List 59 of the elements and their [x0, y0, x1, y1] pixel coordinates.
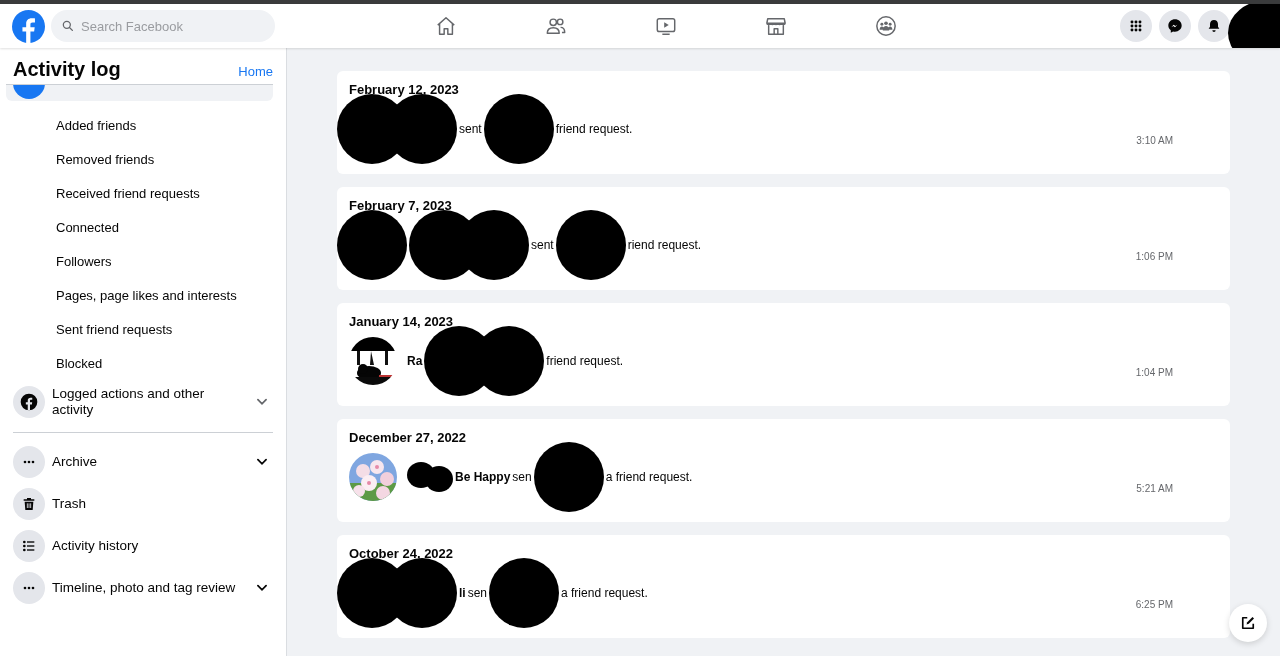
entry-text: a friend request.: [605, 470, 693, 484]
entry-text: sen: [467, 586, 488, 600]
entry-time: 3:10 AM: [1136, 135, 1173, 146]
entry-text: Be Happy: [455, 470, 511, 484]
bell-icon: [1206, 18, 1222, 34]
selected-item[interactable]: [6, 84, 273, 101]
groups-icon[interactable]: [875, 15, 897, 37]
entry-text: sent: [459, 122, 482, 136]
entry-text: sen: [512, 470, 532, 484]
people-icon[interactable]: [545, 15, 567, 37]
entry-text: friend request.: [555, 122, 633, 136]
sidebar-item[interactable]: Blocked: [6, 347, 246, 381]
sidebar-item[interactable]: Logged actions and other activity: [6, 381, 280, 423]
facebook-icon: [13, 386, 45, 418]
apps-button[interactable]: [1120, 10, 1152, 42]
sidebar-item[interactable]: Activity history: [6, 525, 280, 567]
grid-icon: [1128, 18, 1144, 34]
page-title: Activity log: [13, 58, 121, 81]
sidebar-item[interactable]: Added friends: [6, 109, 246, 143]
entry-text: friend request.: [546, 354, 624, 368]
sidebar-item[interactable]: Archive: [6, 441, 280, 483]
sidebar-item[interactable]: Pages, page likes and interests: [6, 279, 246, 313]
home-icon[interactable]: [435, 15, 457, 37]
video-icon[interactable]: [655, 15, 677, 37]
facebook-logo[interactable]: [12, 9, 45, 43]
notifications-button[interactable]: [1198, 10, 1230, 42]
entry-date: February 12, 2023: [349, 82, 460, 97]
redaction-mark: [407, 462, 453, 492]
sidebar-item[interactable]: Connected: [6, 211, 246, 245]
sidebar-item[interactable]: Removed friends: [6, 143, 246, 177]
entry-time: 1:06 PM: [1135, 251, 1173, 262]
messenger-button[interactable]: [1159, 10, 1191, 42]
list-icon: [13, 530, 45, 562]
entry-text: riend request.: [627, 238, 702, 252]
entry-time: 1:04 PM: [1135, 367, 1173, 378]
sidebar-item[interactable]: Received friend requests: [6, 177, 246, 211]
entry-date: February 7, 2023: [349, 198, 453, 213]
entry-text: sent: [531, 238, 554, 252]
sidebar-item[interactable]: Trash: [6, 483, 280, 525]
entry-date: December 27, 2022: [349, 430, 468, 445]
compose-button[interactable]: [1229, 604, 1267, 642]
edit-icon: [1239, 614, 1257, 632]
entry-text: Ra: [407, 354, 423, 368]
sidebar-item[interactable]: Followers: [6, 245, 246, 279]
entry-time: 6:25 PM: [1135, 599, 1173, 610]
search-field[interactable]: Search Facebook: [51, 10, 275, 42]
sidebar-item[interactable]: Sent friend requests: [6, 313, 246, 347]
entry-time: 5:21 AM: [1136, 483, 1173, 494]
sidebar-item[interactable]: Timeline, photo and tag review: [6, 567, 280, 609]
chat-bubble-icon: [1167, 18, 1183, 34]
entry-date: October 24, 2022: [349, 546, 455, 561]
entry-text: a friend request.: [561, 586, 648, 600]
entry-date: January 14, 2023: [349, 314, 455, 329]
more-icon: [13, 446, 45, 478]
store-icon[interactable]: [765, 15, 787, 37]
home-link[interactable]: Home: [238, 64, 273, 79]
more-icon: [13, 572, 45, 604]
trash-icon: [13, 488, 45, 520]
entry-text: li: [459, 586, 466, 600]
